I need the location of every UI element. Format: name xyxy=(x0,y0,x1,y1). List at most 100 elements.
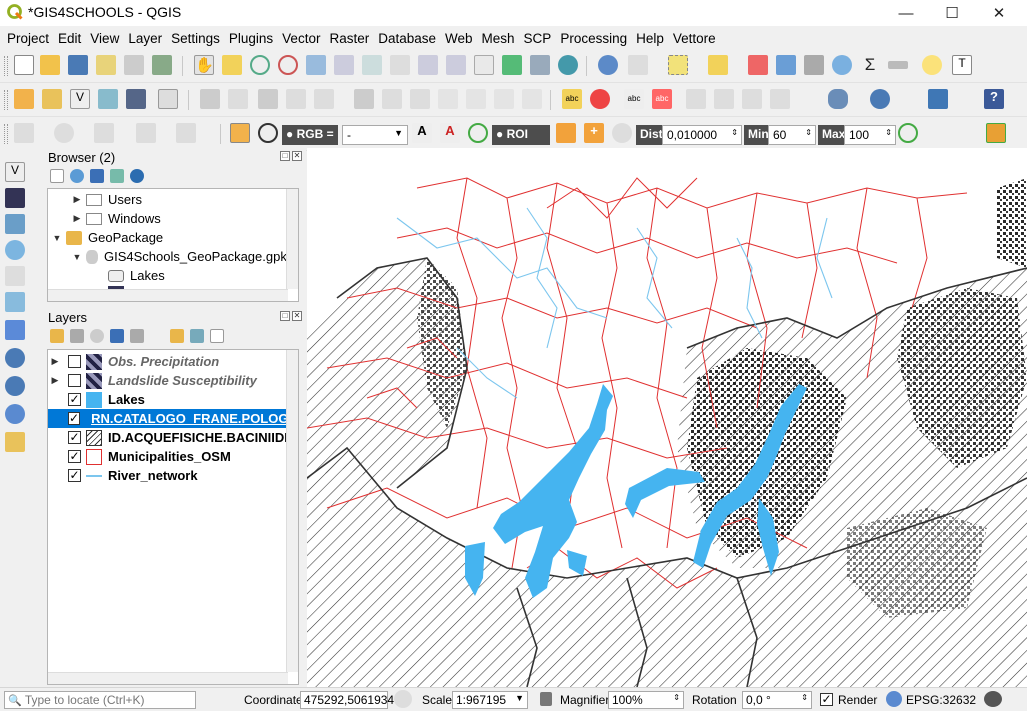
cut-features-icon[interactable] xyxy=(410,89,430,109)
coordinate-field[interactable]: 475292,5061934 xyxy=(300,691,394,709)
menu-database[interactable]: Database xyxy=(374,31,440,46)
add-vector-icon[interactable]: V xyxy=(5,162,25,182)
paste-features-icon[interactable] xyxy=(466,89,486,109)
measure-line-icon[interactable] xyxy=(888,61,908,69)
zoom-in-icon[interactable] xyxy=(250,55,270,75)
add-postgis-icon[interactable] xyxy=(5,320,25,340)
menu-settings[interactable]: Settings xyxy=(167,31,224,46)
menu-raster[interactable]: Raster xyxy=(325,31,373,46)
filter-browser-icon[interactable] xyxy=(90,169,104,183)
crs-globe-icon[interactable] xyxy=(886,691,902,707)
dist-input[interactable]: 0,010000 ⇕ xyxy=(662,125,742,145)
zoom-to-layer-icon[interactable] xyxy=(362,55,382,75)
open-layer-styling-icon[interactable] xyxy=(50,329,64,343)
show-bookmarks-icon[interactable] xyxy=(530,55,550,75)
rgb-combo[interactable]: - ▼ xyxy=(342,125,408,145)
local-cumulative-stretch-icon[interactable]: A xyxy=(412,123,432,143)
move-label-icon[interactable] xyxy=(714,89,734,109)
menu-scp[interactable]: SCP xyxy=(520,31,556,46)
modify-attributes-icon[interactable] xyxy=(354,89,374,109)
zoom-input-image-icon[interactable] xyxy=(258,123,278,143)
menu-edit[interactable]: Edit xyxy=(54,31,85,46)
save-edits-icon[interactable] xyxy=(258,89,278,109)
add-vector-layer-icon[interactable]: V xyxy=(70,89,90,109)
add-wfs-icon[interactable] xyxy=(5,404,25,424)
menu-project[interactable]: Project xyxy=(3,31,53,46)
add-group-icon[interactable] xyxy=(70,329,84,343)
refresh-browser-icon[interactable] xyxy=(70,169,84,183)
deselect-all-icon[interactable] xyxy=(748,55,768,75)
zoom-next-icon[interactable] xyxy=(446,55,466,75)
style-manager-icon[interactable] xyxy=(152,55,172,75)
browser-item-gpkg-file[interactable]: ▼ GIS4Schools_GeoPackage.gpkg xyxy=(72,247,295,266)
minimize-button[interactable]: — xyxy=(883,0,929,26)
new-project-icon[interactable] xyxy=(14,55,34,75)
layer-lakes[interactable]: ✓ Lakes xyxy=(60,390,145,409)
zoom-last-icon[interactable] xyxy=(418,55,438,75)
shape-tool-icon[interactable] xyxy=(176,123,196,143)
float-panel-icon[interactable]: □ xyxy=(280,151,290,161)
delete-selected-icon[interactable] xyxy=(382,89,402,109)
zoom-to-selection-icon[interactable] xyxy=(334,55,354,75)
statistics-sigma-icon[interactable]: Σ xyxy=(860,55,880,75)
add-raster-layer-icon[interactable] xyxy=(126,89,146,109)
add-selected-layers-icon[interactable] xyxy=(50,169,64,183)
layer-checkbox[interactable]: ✓ xyxy=(68,469,81,482)
refresh-icon[interactable] xyxy=(558,55,578,75)
select-by-expression-icon[interactable] xyxy=(708,55,728,75)
filter-legend-icon[interactable] xyxy=(110,329,124,343)
label-tool-icon[interactable]: abc xyxy=(562,89,582,109)
new-map-view-icon[interactable] xyxy=(474,55,494,75)
properties-info-icon[interactable] xyxy=(130,169,144,183)
add-wms-icon[interactable] xyxy=(5,348,25,368)
float-panel-icon[interactable]: □ xyxy=(280,311,290,321)
remove-layer-icon[interactable] xyxy=(210,329,224,343)
copy-features-icon[interactable] xyxy=(438,89,458,109)
browser-item-windows[interactable]: ▶ Windows xyxy=(72,209,161,228)
digitize-icon[interactable] xyxy=(14,123,34,143)
zoom-out-icon[interactable] xyxy=(278,55,298,75)
browser-hscrollbar[interactable] xyxy=(48,289,288,301)
rotate-label-icon[interactable] xyxy=(742,89,762,109)
layer-checkbox[interactable] xyxy=(68,374,81,387)
new-geopackage-layer-icon[interactable] xyxy=(42,89,62,109)
layer-bacini[interactable]: ✓ ID.ACQUEFISICHE.BACINIIDROG xyxy=(60,428,298,447)
python-console-icon[interactable] xyxy=(928,89,948,109)
scp-dock-icon[interactable] xyxy=(230,123,250,143)
layer-municipalities[interactable]: ✓ Municipalities_OSM xyxy=(60,447,231,466)
expand-all-icon[interactable] xyxy=(170,329,184,343)
render-checkbox[interactable]: ✓ xyxy=(820,693,833,706)
add-wms-layer-icon[interactable] xyxy=(158,89,178,109)
attribute-table-icon[interactable] xyxy=(776,55,796,75)
collapse-all-layers-icon[interactable] xyxy=(190,329,204,343)
circle-tool-icon[interactable] xyxy=(54,123,74,143)
menu-web[interactable]: Web xyxy=(441,31,477,46)
layer-obs-precipitation[interactable]: ▶ Obs. Precipitation xyxy=(50,352,219,371)
map-canvas[interactable] xyxy=(307,148,1027,687)
rotation-field[interactable]: 0,0 ° ⇕ xyxy=(742,691,812,709)
polygon-tool-icon[interactable] xyxy=(136,123,156,143)
layer-frane-selected[interactable]: ✓ RN.CATALOGO_FRANE.POLOGO xyxy=(48,409,298,428)
layers-vscrollbar[interactable] xyxy=(286,350,298,672)
undo-icon[interactable] xyxy=(494,89,514,109)
vertex-tool-icon[interactable] xyxy=(314,89,334,109)
menu-processing[interactable]: Processing xyxy=(556,31,631,46)
browser-item-lakes[interactable]: Lakes xyxy=(108,266,165,285)
toggle-editing-icon[interactable] xyxy=(200,89,220,109)
filter-by-expression-icon[interactable] xyxy=(130,329,144,343)
layer-landslide-susceptibility[interactable]: ▶ Landslide Susceptibility xyxy=(50,371,257,390)
map-tips-icon[interactable] xyxy=(922,55,942,75)
scale-combo[interactable]: 1:967195 ▼ xyxy=(452,691,528,709)
menu-view[interactable]: View xyxy=(86,31,123,46)
add-delimited-icon[interactable] xyxy=(5,240,25,260)
highlight-labels-icon[interactable]: abc xyxy=(624,89,644,109)
menu-mesh[interactable]: Mesh xyxy=(478,31,519,46)
layer-checkbox[interactable] xyxy=(68,355,81,368)
add-spatialite-icon[interactable] xyxy=(5,266,25,286)
db-manager-icon[interactable] xyxy=(828,89,848,109)
locator-search-input[interactable]: 🔍 Type to locate (Ctrl+K) xyxy=(4,691,196,709)
layer-checkbox[interactable]: ✓ xyxy=(68,431,81,444)
current-edits-icon[interactable] xyxy=(228,89,248,109)
browser-item-geopackage[interactable]: ▼ GeoPackage xyxy=(52,228,164,247)
add-roi-icon[interactable]: + xyxy=(584,123,604,143)
